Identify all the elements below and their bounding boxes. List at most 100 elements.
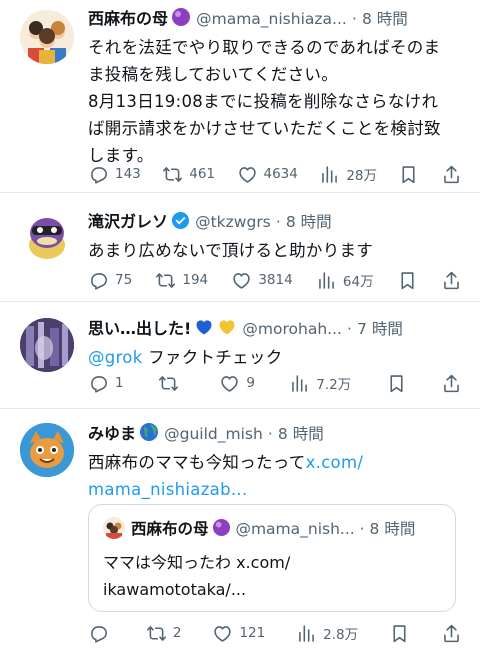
post-text: @grok ファクトチェック <box>88 344 462 371</box>
mention-link[interactable]: @grok <box>88 348 143 367</box>
avatar[interactable] <box>20 423 74 477</box>
post-text: 西麻布のママも今知ったってx.com/ mama_nishiazab... <box>88 449 462 503</box>
verified-badge-icon <box>171 211 190 235</box>
post[interactable]: 滝沢ガレソ @tkzwgrs · 8 時間 あまり広めないで頂けると助かります … <box>0 193 480 302</box>
bookmark-icon <box>386 373 407 394</box>
reply-button[interactable] <box>88 621 115 645</box>
post-time[interactable]: 8 時間 <box>362 10 408 28</box>
text-line: 西麻布のママも今知ったって <box>88 453 306 472</box>
text-line: ま投稿を残しておいてください。 <box>88 65 339 84</box>
post[interactable]: みゆま @guild_mish · 8 時間 西麻布のママも今知ったってx.co… <box>0 409 480 656</box>
like-icon <box>219 373 240 394</box>
repost-icon <box>146 623 167 644</box>
bookmark-button[interactable] <box>397 268 418 292</box>
purple-orb-emoji <box>171 7 191 32</box>
separator: · <box>347 320 352 338</box>
bookmark-button[interactable] <box>386 371 407 395</box>
like-icon <box>212 623 233 644</box>
views-button[interactable]: 7.2万 <box>289 371 351 395</box>
repost-button[interactable]: 461 <box>162 162 215 186</box>
like-count: 4634 <box>263 166 298 182</box>
reply-icon <box>88 623 109 644</box>
share-button[interactable] <box>441 621 462 645</box>
reply-icon <box>88 164 109 185</box>
reply-icon <box>88 270 109 291</box>
bookmark-icon <box>389 623 410 644</box>
like-button[interactable]: 9 <box>219 371 255 395</box>
globe-emoji <box>139 422 159 447</box>
views-icon <box>289 373 310 394</box>
like-button[interactable]: 121 <box>212 621 265 645</box>
share-button[interactable] <box>441 371 462 395</box>
separator: · <box>275 213 281 231</box>
repost-count: 194 <box>182 272 209 288</box>
text-line: ママは今知ったわ x.com/ <box>103 553 291 572</box>
views-count: 7.2万 <box>316 377 352 393</box>
author-handle[interactable]: @tkzwgrs <box>195 213 271 231</box>
avatar[interactable] <box>20 209 74 263</box>
text-line: あまり広めないで頂けると助かります <box>88 241 374 260</box>
like-icon <box>231 270 252 291</box>
author-handle[interactable]: @morohah... <box>242 320 342 338</box>
views-count: 64万 <box>342 274 374 290</box>
repost-icon <box>162 164 183 185</box>
like-count: 9 <box>246 375 255 391</box>
repost-button[interactable]: 2 <box>146 621 182 645</box>
post-time[interactable]: 8 時間 <box>286 213 332 231</box>
reply-button[interactable]: 1 <box>88 371 124 395</box>
bookmark-button[interactable] <box>389 621 410 645</box>
post-text: あまり広めないで頂けると助かります <box>88 237 462 264</box>
separator: · <box>267 425 273 443</box>
blue-heart-emoji <box>194 317 214 342</box>
reply-count: 143 <box>115 166 141 182</box>
text-line: ikawamototaka/... <box>103 580 247 599</box>
views-icon <box>319 164 340 185</box>
views-button[interactable]: 64万 <box>316 268 374 292</box>
share-icon <box>441 164 462 185</box>
author-handle[interactable]: @mama_nishiaza... <box>196 10 347 28</box>
repost-count: 461 <box>189 166 216 182</box>
text-line: ファクトチェック <box>148 348 283 367</box>
author-name[interactable]: 西麻布の母 <box>88 9 168 28</box>
repost-button[interactable]: 194 <box>155 268 208 292</box>
author-name[interactable]: みゆま <box>88 424 136 443</box>
like-count: 3814 <box>258 272 293 288</box>
separator: · <box>359 520 365 538</box>
avatar[interactable] <box>20 318 74 372</box>
views-button[interactable]: 2.8万 <box>296 621 358 645</box>
like-count: 121 <box>239 625 266 641</box>
views-count: 28万 <box>346 168 378 184</box>
author-name[interactable]: 滝沢ガレソ <box>88 212 168 231</box>
views-icon <box>316 270 337 291</box>
like-button[interactable]: 4634 <box>237 162 298 186</box>
reply-count: 75 <box>115 272 133 288</box>
quoted-post[interactable]: 西麻布の母 @mama_nish... · 8 時間 ママは今知ったわ x.co… <box>88 504 456 612</box>
views-button[interactable]: 28万 <box>319 162 377 186</box>
post-time[interactable]: 7 時間 <box>357 320 403 338</box>
reply-button[interactable]: 143 <box>88 162 141 186</box>
repost-count: 2 <box>172 625 182 641</box>
bookmark-button[interactable] <box>398 162 419 186</box>
yellow-heart-emoji <box>217 317 237 342</box>
post-time[interactable]: 8 時間 <box>278 425 324 443</box>
share-button[interactable] <box>441 162 462 186</box>
url-link[interactable]: mama_nishiazab... <box>88 480 248 499</box>
separator: · <box>351 10 357 28</box>
reply-button[interactable]: 75 <box>88 268 132 292</box>
post[interactable]: 思い…出した! @morohah... · 7 時間 @grok ファクトチェッ… <box>0 302 480 409</box>
url-link[interactable]: x.com/ <box>306 453 364 472</box>
author-handle[interactable]: @guild_mish <box>164 425 263 443</box>
share-icon <box>441 623 462 644</box>
quoted-author-name: 西麻布の母 <box>131 520 209 538</box>
text-line: ば開示請求をかけさせていただくことを検討致 <box>88 119 441 138</box>
bookmark-icon <box>398 164 419 185</box>
text-line: 8月13日19:08までに投稿を削除なさらなけれ <box>88 92 439 111</box>
like-button[interactable]: 3814 <box>231 268 293 292</box>
author-name[interactable]: 思い…出した! <box>88 319 191 338</box>
repost-button[interactable] <box>158 371 185 395</box>
avatar[interactable] <box>20 10 74 64</box>
like-icon <box>237 164 258 185</box>
post[interactable]: 西麻布の母 @mama_nishiaza... · 8 時間 それを法廷でやり取… <box>0 0 480 193</box>
share-button[interactable] <box>441 268 462 292</box>
text-line: それを法廷でやり取りできるのであればそのま <box>88 38 441 57</box>
